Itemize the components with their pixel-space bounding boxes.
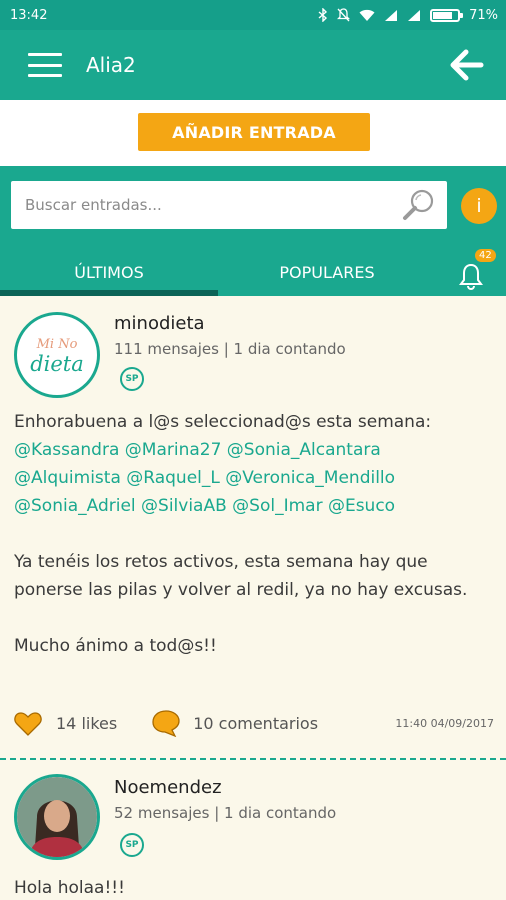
post-paragraph: Ya tenéis los retos activos, esta semana…	[14, 552, 468, 600]
add-entry-button[interactable]: AÑADIR ENTRADA	[138, 113, 370, 151]
post-meta: 111 mensajes | 1 dia contando	[114, 340, 346, 358]
post-paragraph: Mucho ánimo a tod@s!!	[14, 636, 217, 656]
bluetooth-icon	[318, 8, 328, 22]
search-box	[11, 181, 447, 229]
post-meta: 52 mensajes | 1 dia contando	[114, 804, 337, 822]
signal-icon	[385, 9, 398, 21]
comment-button[interactable]: 10 comentarios	[151, 709, 318, 737]
avatar[interactable]: Mi No dieta	[14, 312, 100, 398]
post-timestamp: 11:40 04/09/2017	[395, 716, 494, 730]
search-icon[interactable]	[401, 187, 437, 223]
battery-icon	[430, 8, 464, 22]
status-bar: 13:42 71%	[0, 0, 506, 30]
post-mentions[interactable]: @Kassandra @Marina27 @Sonia_Alcantara @A…	[14, 436, 492, 520]
wifi-icon	[359, 9, 375, 21]
post-card: Mi No dieta minodieta 111 mensajes | 1 d…	[0, 296, 506, 760]
post-author[interactable]: minodieta	[114, 313, 205, 334]
sp-badge: SP	[120, 367, 144, 391]
search-tabs-panel: i ÚLTIMOS POPULARES 42	[0, 166, 506, 296]
post-body: Hola holaa!!!	[14, 878, 125, 898]
add-entry-bar: AÑADIR ENTRADA	[0, 100, 506, 166]
app-title: Alia2	[86, 53, 136, 77]
post-author[interactable]: Noemendez	[114, 777, 222, 798]
battery-fill	[433, 11, 452, 19]
like-button[interactable]: 14 likes	[14, 711, 117, 736]
minodieta-logo: Mi No dieta	[30, 337, 84, 376]
user-photo	[17, 777, 97, 857]
sp-badge: SP	[120, 833, 144, 857]
bell-icon[interactable]	[456, 261, 486, 291]
battery-percent: 71%	[469, 7, 498, 23]
search-input[interactable]	[11, 181, 391, 229]
post-paragraph: Enhorabuena a l@s seleccionad@s esta sem…	[14, 412, 432, 432]
heart-icon	[14, 711, 42, 736]
app-bar: Alia2	[0, 30, 506, 100]
status-icons: 71%	[318, 8, 498, 23]
arrow-left-icon[interactable]	[450, 49, 484, 81]
status-time: 13:42	[10, 7, 48, 23]
tab-latest[interactable]: ÚLTIMOS	[0, 249, 218, 296]
signal-icon-2	[408, 9, 421, 21]
tab-popular[interactable]: POPULARES	[218, 249, 436, 296]
svg-text:Mi No: Mi No	[36, 337, 78, 352]
post-card: Noemendez 52 mensajes | 1 dia contando S…	[0, 762, 506, 900]
muted-bell-icon	[337, 8, 351, 22]
hamburger-menu-icon[interactable]	[28, 53, 62, 77]
avatar[interactable]	[14, 774, 100, 860]
likes-count: 14 likes	[56, 713, 118, 733]
info-button[interactable]: i	[461, 188, 497, 224]
comments-count: 10 comentarios	[193, 713, 319, 733]
post-footer: 14 likes 10 comentarios 11:40 04/09/2017	[14, 708, 494, 738]
post-body: Enhorabuena a l@s seleccionad@s esta sem…	[14, 408, 492, 660]
comment-bubble-icon	[152, 710, 180, 737]
notification-badge: 42	[475, 249, 496, 262]
svg-text:dieta: dieta	[30, 352, 84, 376]
